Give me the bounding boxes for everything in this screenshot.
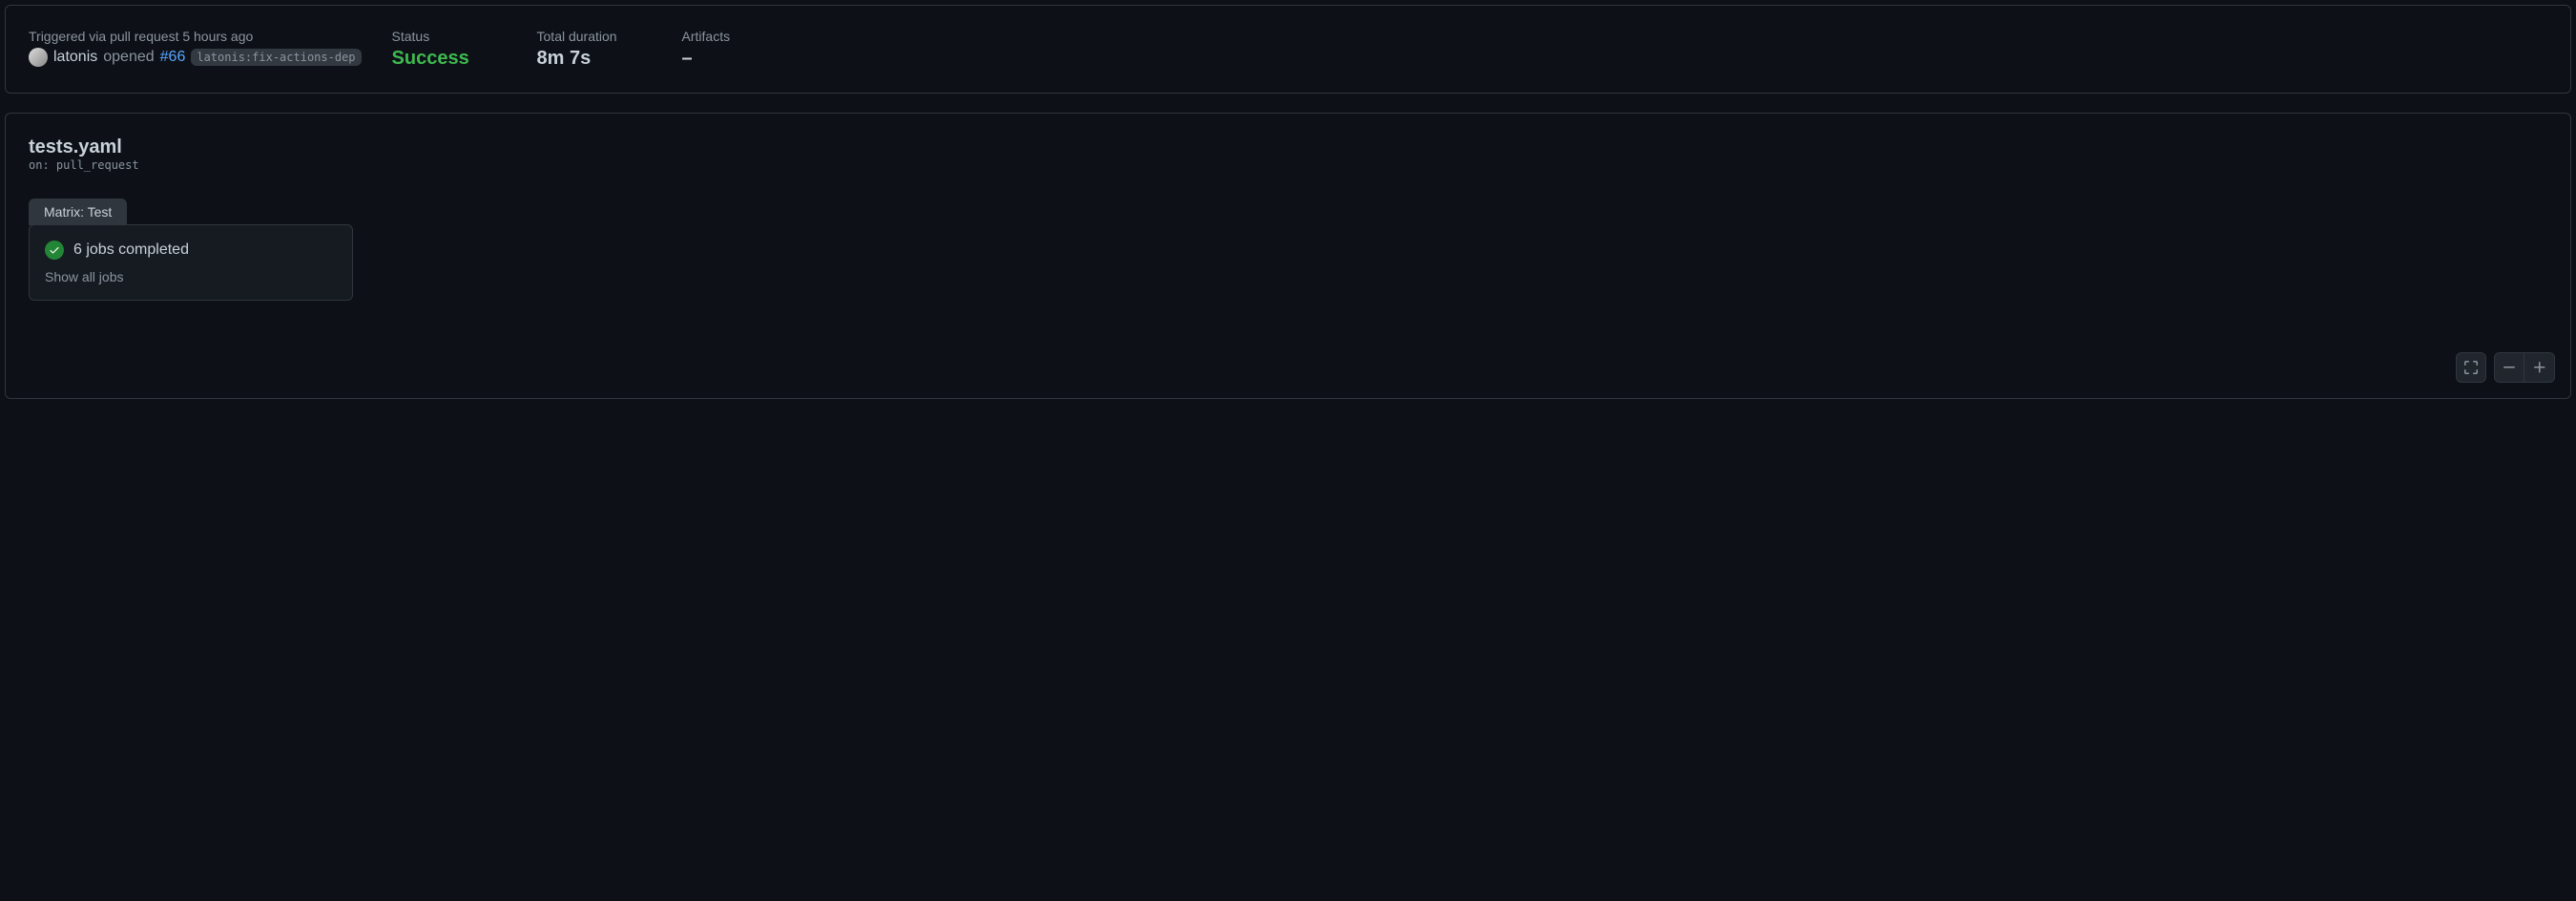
trigger-label: Triggered via pull request 5 hours ago	[29, 29, 362, 44]
fullscreen-button[interactable]	[2456, 352, 2486, 383]
action-text: opened	[103, 49, 154, 66]
fullscreen-icon	[2463, 360, 2479, 375]
branch-tag[interactable]: latonis:fix-actions-dep	[191, 49, 361, 66]
status-value[interactable]: Success	[392, 48, 507, 70]
zoom-controls	[2456, 352, 2555, 383]
matrix-tab[interactable]: Matrix: Test	[29, 199, 127, 225]
success-check-icon	[45, 241, 64, 260]
run-summary-card: Triggered via pull request 5 hours ago l…	[5, 5, 2571, 94]
job-status-row: 6 jobs completed	[45, 241, 337, 260]
plus-icon	[2532, 360, 2547, 375]
duration-label: Total duration	[537, 29, 652, 44]
workflow-trigger-subtitle: on: pull_request	[29, 158, 2547, 172]
trigger-section: Triggered via pull request 5 hours ago l…	[29, 29, 362, 70]
duration-block: Total duration 8m 7s	[537, 29, 652, 70]
minus-icon	[2502, 360, 2517, 375]
zoom-out-button[interactable]	[2495, 353, 2524, 382]
job-summary-text: 6 jobs completed	[73, 241, 189, 259]
status-block: Status Success	[392, 29, 507, 70]
job-matrix-card[interactable]: 6 jobs completed Show all jobs	[29, 224, 353, 301]
zoom-in-button[interactable]	[2524, 353, 2554, 382]
workflow-graph-card: tests.yaml on: pull_request Matrix: Test…	[5, 113, 2571, 399]
zoom-group	[2494, 352, 2555, 383]
artifacts-label: Artifacts	[682, 29, 797, 44]
username-link[interactable]: latonis	[53, 49, 97, 66]
duration-value[interactable]: 8m 7s	[537, 48, 652, 70]
workflow-file-title[interactable]: tests.yaml	[29, 136, 2547, 158]
show-all-jobs-link[interactable]: Show all jobs	[45, 269, 337, 284]
trigger-details: latonis opened #66 latonis:fix-actions-d…	[29, 48, 362, 67]
avatar[interactable]	[29, 48, 48, 67]
artifacts-value: –	[682, 48, 797, 70]
pr-number-link[interactable]: #66	[160, 49, 186, 66]
artifacts-block: Artifacts –	[682, 29, 797, 70]
status-label: Status	[392, 29, 507, 44]
